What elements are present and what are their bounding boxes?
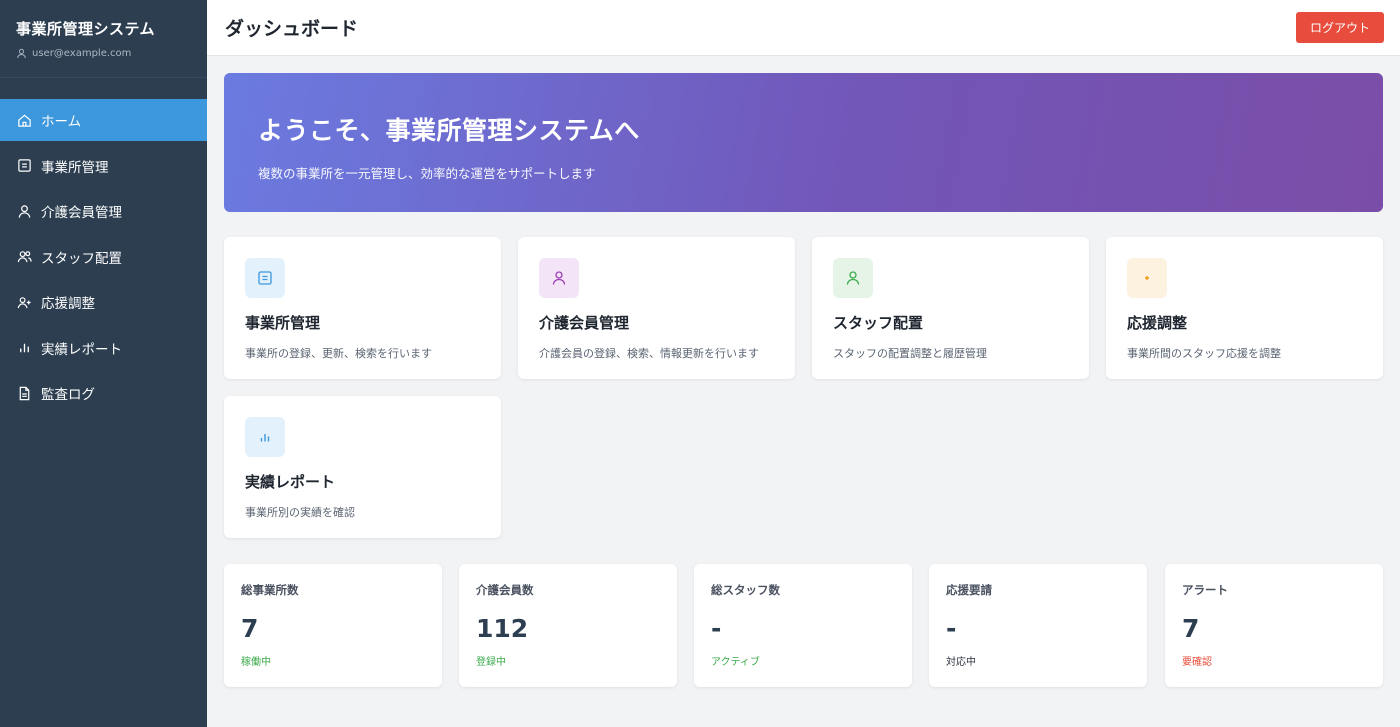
card-description: 事業所の登録、更新、検索を行います [245, 347, 432, 360]
sidebar-item-home[interactable]: ホーム [0, 99, 207, 141]
sidebar-item-label: 応援調整 [41, 296, 95, 312]
stat-value: 112 [476, 614, 529, 643]
sidebar-brand: 事業所管理システム user@example.com [0, 0, 207, 78]
stat-note: 要確認 [1182, 657, 1212, 668]
stat-value: 7 [1182, 614, 1200, 643]
sidebar: 事業所管理システム user@example.com ホーム 事業所管理 介護会… [0, 0, 207, 727]
app-title: 事業所管理システム [16, 20, 156, 38]
sidebar-item-label: スタッフ配置 [41, 250, 122, 267]
sidebar-item-care-members[interactable]: 介護会員管理 [0, 190, 207, 232]
home-icon [17, 113, 32, 128]
bar-chart-icon [245, 417, 285, 457]
stat-note: 対応中 [946, 657, 976, 668]
stat-label: アラート [1182, 583, 1228, 597]
card-description: 事業所別の実績を確認 [245, 506, 355, 519]
stat-note: アクティブ [711, 657, 760, 668]
person-icon [17, 204, 32, 219]
person-add-icon [17, 295, 32, 310]
top-header: ダッシュボード ログアウト [207, 0, 1400, 56]
stat-label: 介護会員数 [476, 583, 534, 597]
feature-card-support[interactable]: 応援調整 事業所間のスタッフ応援を調整 [1106, 237, 1383, 379]
user-info: user@example.com [16, 48, 191, 59]
user-icon [16, 48, 27, 59]
stat-note: 登録中 [476, 657, 506, 668]
sidebar-item-support[interactable]: 応援調整 [0, 281, 207, 323]
sidebar-item-staff[interactable]: スタッフ配置 [0, 236, 207, 278]
sidebar-item-reports[interactable]: 実績レポート [0, 327, 207, 369]
feature-card-offices[interactable]: 事業所管理 事業所の登録、更新、検索を行います [224, 237, 501, 379]
stat-label: 総事業所数 [241, 583, 299, 597]
feature-card-care-members[interactable]: 介護会員管理 介護会員の登録、検索、情報更新を行います [518, 237, 795, 379]
sidebar-item-label: 介護会員管理 [41, 205, 122, 221]
stat-card-total-offices: 総事業所数 7 稼働中 [224, 564, 442, 687]
sidebar-item-label: 事業所管理 [41, 159, 109, 176]
banner-title: ようこそ、事業所管理システムへ [258, 116, 640, 145]
sidebar-item-label: ホーム [41, 114, 82, 130]
sidebar-item-offices[interactable]: 事業所管理 [0, 145, 207, 187]
page-title: ダッシュボード [225, 18, 359, 40]
people-icon [17, 249, 32, 264]
sidebar-item-label: 実績レポート [41, 341, 122, 358]
office-icon [17, 158, 32, 173]
card-title: 応援調整 [1127, 314, 1188, 332]
stat-value: 7 [241, 614, 259, 643]
person-icon [833, 258, 873, 298]
bar-chart-icon [17, 340, 32, 355]
banner-subtitle: 複数の事業所を一元管理し、効率的な運営をサポートします [258, 166, 596, 181]
card-title: スタッフ配置 [833, 314, 924, 332]
person-icon [539, 258, 579, 298]
card-title: 事業所管理 [245, 314, 321, 332]
stat-label: 応援要請 [946, 583, 992, 597]
card-description: 事業所間のスタッフ応援を調整 [1127, 347, 1281, 360]
office-icon [245, 258, 285, 298]
stat-value: - [946, 614, 957, 643]
card-description: 介護会員の登録、検索、情報更新を行います [539, 347, 759, 360]
sidebar-item-label: 監査ログ [41, 387, 95, 403]
document-icon [17, 386, 32, 401]
stat-card-support-requests: 応援要請 - 対応中 [929, 564, 1147, 687]
sparkle-icon [1127, 258, 1167, 298]
stat-card-care-members: 介護会員数 112 登録中 [459, 564, 677, 687]
card-title: 介護会員管理 [539, 314, 630, 332]
stat-value: - [711, 614, 722, 643]
welcome-banner: ようこそ、事業所管理システムへ 複数の事業所を一元管理し、効率的な運営をサポート… [224, 73, 1383, 212]
stat-label: 総スタッフ数 [711, 583, 780, 597]
sidebar-item-audit-log[interactable]: 監査ログ [0, 372, 207, 414]
feature-card-staff[interactable]: スタッフ配置 スタッフの配置調整と履歴管理 [812, 237, 1089, 379]
logout-button[interactable]: ログアウト [1295, 12, 1384, 43]
feature-card-reports[interactable]: 実績レポート 事業所別の実績を確認 [224, 396, 501, 538]
stat-note: 稼働中 [241, 657, 271, 668]
stat-card-total-staff: 総スタッフ数 - アクティブ [694, 564, 912, 687]
user-email: user@example.com [32, 48, 132, 59]
sidebar-nav: ホーム 事業所管理 介護会員管理 スタッフ配置 応援調整 実績レポート 監査ログ [0, 99, 207, 414]
stat-card-alerts: アラート 7 要確認 [1165, 564, 1383, 687]
card-title: 実績レポート [245, 473, 336, 491]
card-description: スタッフの配置調整と履歴管理 [833, 347, 987, 360]
